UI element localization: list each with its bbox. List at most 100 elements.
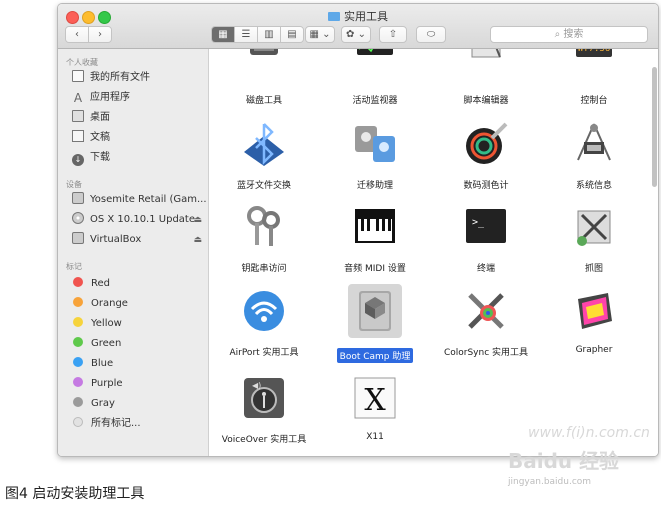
share-button[interactable]: ⇧ xyxy=(379,26,407,43)
sidebar-item-osx-update[interactable]: OS X 10.10.1 Update ⏏ xyxy=(72,211,206,229)
color-meter-icon xyxy=(464,122,508,166)
figure-caption: 图4 启动安装助理工具 xyxy=(5,486,145,502)
sidebar-item-yosemite[interactable]: Yosemite Retail (Gam... xyxy=(72,191,207,209)
sidebar-item-tag[interactable]: Red xyxy=(72,275,206,293)
file-label: X11 xyxy=(366,432,384,442)
file-item[interactable]: AirPort 实用工具 xyxy=(209,289,319,358)
list-view-button[interactable]: ☰ xyxy=(235,27,258,42)
file-label: 抓图 xyxy=(584,264,603,274)
favorites-header: 个人收藏 xyxy=(66,58,98,67)
file-item[interactable]: 蓝牙文件交换 xyxy=(209,122,319,191)
applications-icon: A xyxy=(73,91,83,105)
sidebar-item-virtualbox[interactable]: VirtualBox ⏏ xyxy=(72,231,206,249)
airport-icon xyxy=(242,289,286,333)
tags-header: 标记 xyxy=(66,262,82,271)
script-editor-icon xyxy=(464,49,508,81)
file-item[interactable]: Boot Camp 助理 xyxy=(320,284,430,363)
console-icon: WY7:36 xyxy=(572,49,616,81)
watermark-site: www.f(i)n.com.cn xyxy=(528,425,650,441)
file-item[interactable]: 音频 MIDI 设置 xyxy=(320,205,430,274)
back-button[interactable]: ‹ xyxy=(66,27,89,42)
sidebar-item-downloads[interactable]: ↓ 下载 xyxy=(72,149,206,167)
keychain-icon xyxy=(242,205,286,249)
tag-color-dot xyxy=(73,337,83,347)
downloads-icon: ↓ xyxy=(72,154,84,166)
file-item[interactable]: 迁移助理 xyxy=(320,122,430,191)
forward-button[interactable]: › xyxy=(89,27,111,42)
grapher-icon xyxy=(572,289,616,333)
file-item[interactable]: 数码测色计 xyxy=(431,122,541,191)
eject-icon[interactable]: ⏏ xyxy=(193,231,202,249)
column-view-button[interactable]: ▥ xyxy=(258,27,281,42)
tag-color-dot xyxy=(73,297,83,307)
file-item[interactable]: 磁盘工具 xyxy=(209,49,319,106)
scrollbar[interactable] xyxy=(652,67,657,187)
file-label: Grapher xyxy=(575,345,613,355)
sidebar-item-all-files[interactable]: 我的所有文件 xyxy=(72,69,206,87)
svg-text:X: X xyxy=(364,383,386,418)
file-label: 数码测色计 xyxy=(463,181,509,191)
x11-icon: X xyxy=(353,376,397,420)
eject-icon[interactable]: ⏏ xyxy=(193,211,202,229)
sidebar-item-tag[interactable]: 所有标记... xyxy=(72,415,206,433)
sidebar-item-applications[interactable]: A 应用程序 xyxy=(72,89,206,107)
file-label: 音频 MIDI 设置 xyxy=(344,264,406,274)
activity-monitor-icon xyxy=(353,49,397,81)
watermark-url: jingyan.baidu.com xyxy=(508,477,592,487)
watermark-brand: Baidu 经验 xyxy=(508,449,620,473)
tag-button[interactable]: ⬭ xyxy=(416,26,446,43)
view-switcher: ▦ ☰ ▥ ▤ xyxy=(211,26,304,43)
cd-icon xyxy=(72,212,84,224)
svg-text:WY7:36: WY7:36 xyxy=(578,49,611,54)
disk-icon xyxy=(72,192,84,204)
coverflow-view-button[interactable]: ▤ xyxy=(281,27,303,42)
file-item[interactable]: 抓图 xyxy=(539,205,649,274)
file-label: 活动监视器 xyxy=(352,96,398,106)
file-item[interactable]: ColorSync 实用工具 xyxy=(431,289,541,358)
system-information-icon xyxy=(572,122,616,166)
file-item[interactable]: 钥匙串访问 xyxy=(209,205,319,274)
svg-text:◀): ◀) xyxy=(252,381,261,390)
search-input[interactable]: ⌕ 搜索 xyxy=(490,26,648,43)
file-item[interactable]: 活动监视器 xyxy=(320,49,430,106)
sidebar-item-tag[interactable]: Blue xyxy=(72,355,206,373)
arrange-button[interactable]: ▦ ⌄ xyxy=(305,26,335,43)
tag-color-dot xyxy=(73,357,83,367)
file-item[interactable]: 系统信息 xyxy=(539,122,649,191)
title-bar: 实用工具 ‹ › ▦ ☰ ▥ ▤ ▦ ⌄ ✿ ⌄ ⇧ ⬭ ⌕ 搜索 xyxy=(58,4,658,49)
file-grid: 磁盘工具 活动监视器 脚本编辑器 WY7:36 控制台蓝牙文件交换 迁移助理 数码测色计 系统… xyxy=(209,49,658,456)
finder-window: 实用工具 ‹ › ▦ ☰ ▥ ▤ ▦ ⌄ ✿ ⌄ ⇧ ⬭ ⌕ 搜索 个人收藏 我… xyxy=(57,3,659,457)
migration-assistant-icon xyxy=(353,122,397,166)
file-label: Boot Camp 助理 xyxy=(320,342,430,363)
sidebar-item-documents[interactable]: 文稿 xyxy=(72,129,206,147)
icon-view-button[interactable]: ▦ xyxy=(212,27,235,42)
window-title: 实用工具 xyxy=(58,8,658,24)
file-label: AirPort 实用工具 xyxy=(229,348,299,358)
file-item[interactable]: X X11 xyxy=(320,376,430,442)
tag-color-dot xyxy=(73,397,83,407)
file-item[interactable]: Grapher xyxy=(539,289,649,355)
file-label: 磁盘工具 xyxy=(245,96,282,106)
file-label: 控制台 xyxy=(580,96,608,106)
all-files-icon xyxy=(72,70,84,82)
file-label: 系统信息 xyxy=(575,181,612,191)
sidebar-item-tag[interactable]: Yellow xyxy=(72,315,206,333)
file-label: 迁移助理 xyxy=(356,181,393,191)
file-label: 蓝牙文件交换 xyxy=(236,181,291,191)
sidebar-item-tag[interactable]: Orange xyxy=(72,295,206,313)
folder-icon xyxy=(328,12,340,21)
boot-camp-icon xyxy=(348,284,402,338)
terminal-icon: >_ xyxy=(464,205,508,249)
file-item[interactable]: >_ 终端 xyxy=(431,205,541,274)
watermark: www.f(i)n.com.cn Baidu 经验 jingyan.baidu.… xyxy=(508,425,658,495)
file-item[interactable]: 脚本编辑器 xyxy=(431,49,541,106)
nav-buttons: ‹ › xyxy=(65,26,112,43)
file-item[interactable]: ◀) VoiceOver 实用工具 xyxy=(209,376,319,445)
sidebar-item-tag[interactable]: Purple xyxy=(72,375,206,393)
audio-midi-icon xyxy=(353,205,397,249)
sidebar-item-tag[interactable]: Green xyxy=(72,335,206,353)
sidebar-item-tag[interactable]: Gray xyxy=(72,395,206,413)
action-button[interactable]: ✿ ⌄ xyxy=(341,26,371,43)
sidebar-item-desktop[interactable]: 桌面 xyxy=(72,109,206,127)
file-item[interactable]: WY7:36 控制台 xyxy=(539,49,649,106)
